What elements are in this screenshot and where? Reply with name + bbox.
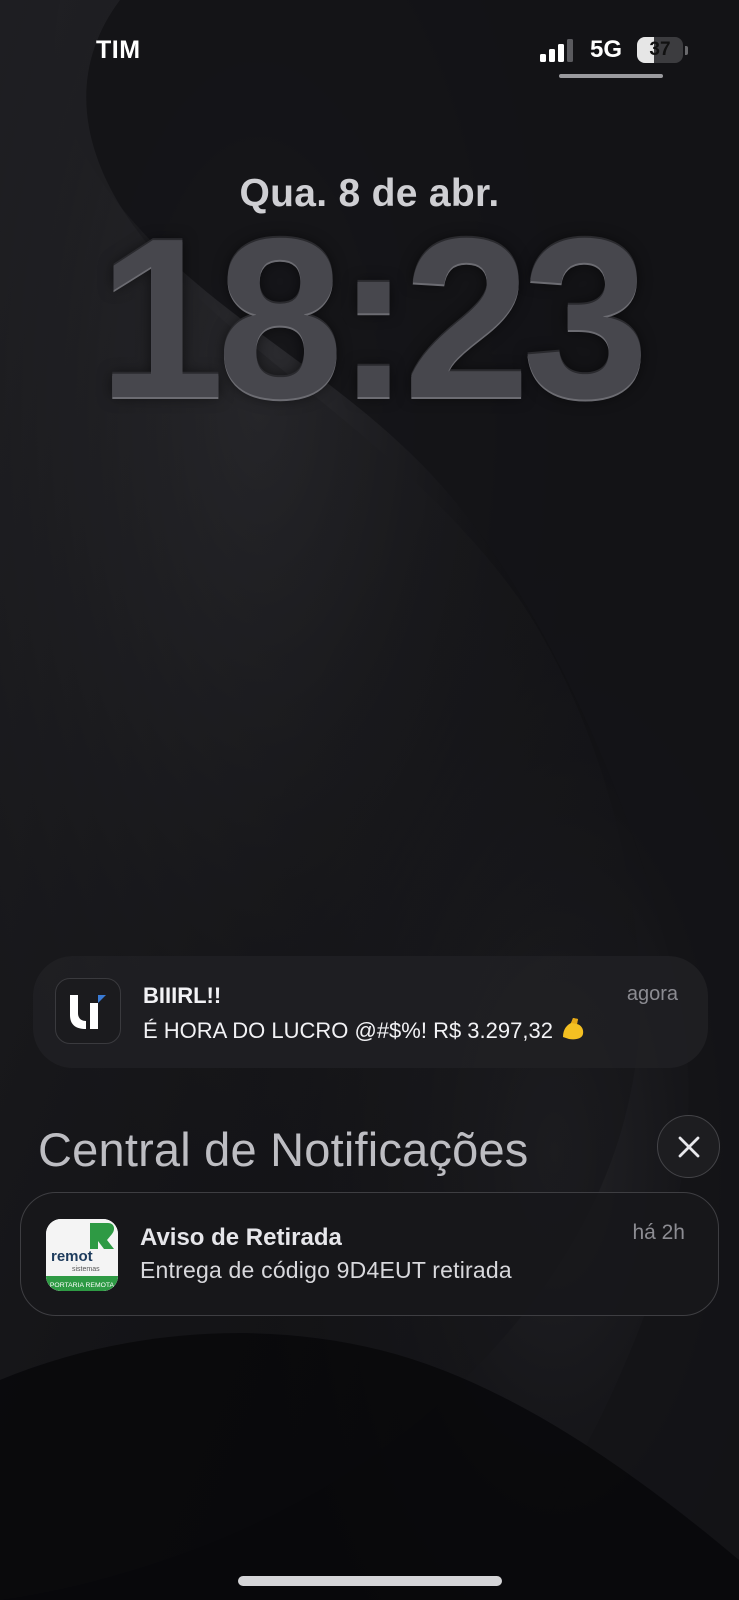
remot-app-icon: remot sistemas PORTARIA REMOTA <box>46 1219 118 1291</box>
notification-center-title: Central de Notificações <box>38 1123 529 1176</box>
notification-time: agora <box>626 983 678 1005</box>
flexed-biceps-icon <box>559 1015 587 1049</box>
remot-subtext: sistemas <box>72 1266 100 1273</box>
battery-icon: 37 <box>637 37 689 63</box>
card-time: há 2h <box>632 1221 685 1244</box>
clear-notifications-button[interactable] <box>657 1115 720 1178</box>
close-icon <box>678 1136 700 1158</box>
status-bar: TIM 5G 37 <box>0 0 739 100</box>
card-title: Aviso de Retirada <box>140 1224 342 1251</box>
notification-body: É HORA DO LUCRO @#$%! R$ 3.297,32 <box>143 1015 587 1049</box>
remot-tagline: PORTARIA REMOTA <box>50 1282 115 1289</box>
cellular-signal-icon <box>540 39 573 62</box>
notification-card[interactable]: remot sistemas PORTARIA REMOTA Aviso de … <box>20 1192 719 1316</box>
control-center-grabber[interactable] <box>559 74 663 78</box>
home-indicator[interactable] <box>238 1576 502 1586</box>
remot-brand: remot <box>51 1248 93 1265</box>
battery-level: 37 <box>649 39 671 60</box>
u-logo-icon <box>55 978 121 1044</box>
notification-body-text: É HORA DO LUCRO @#$%! R$ 3.297,32 <box>143 1018 553 1043</box>
lock-screen: TIM 5G 37 Qua. 8 de abr. 18:23 BIIIRL!! … <box>0 0 739 1600</box>
card-body: Entrega de código 9D4EUT retirada <box>140 1257 512 1283</box>
lock-time: 18:23 <box>97 192 649 446</box>
carrier-name: TIM <box>96 36 141 64</box>
notification-banner[interactable]: BIIIRL!! agora É HORA DO LUCRO @#$%! R$ … <box>33 956 708 1068</box>
network-type: 5G <box>590 36 623 63</box>
notification-title: BIIIRL!! <box>143 983 222 1008</box>
